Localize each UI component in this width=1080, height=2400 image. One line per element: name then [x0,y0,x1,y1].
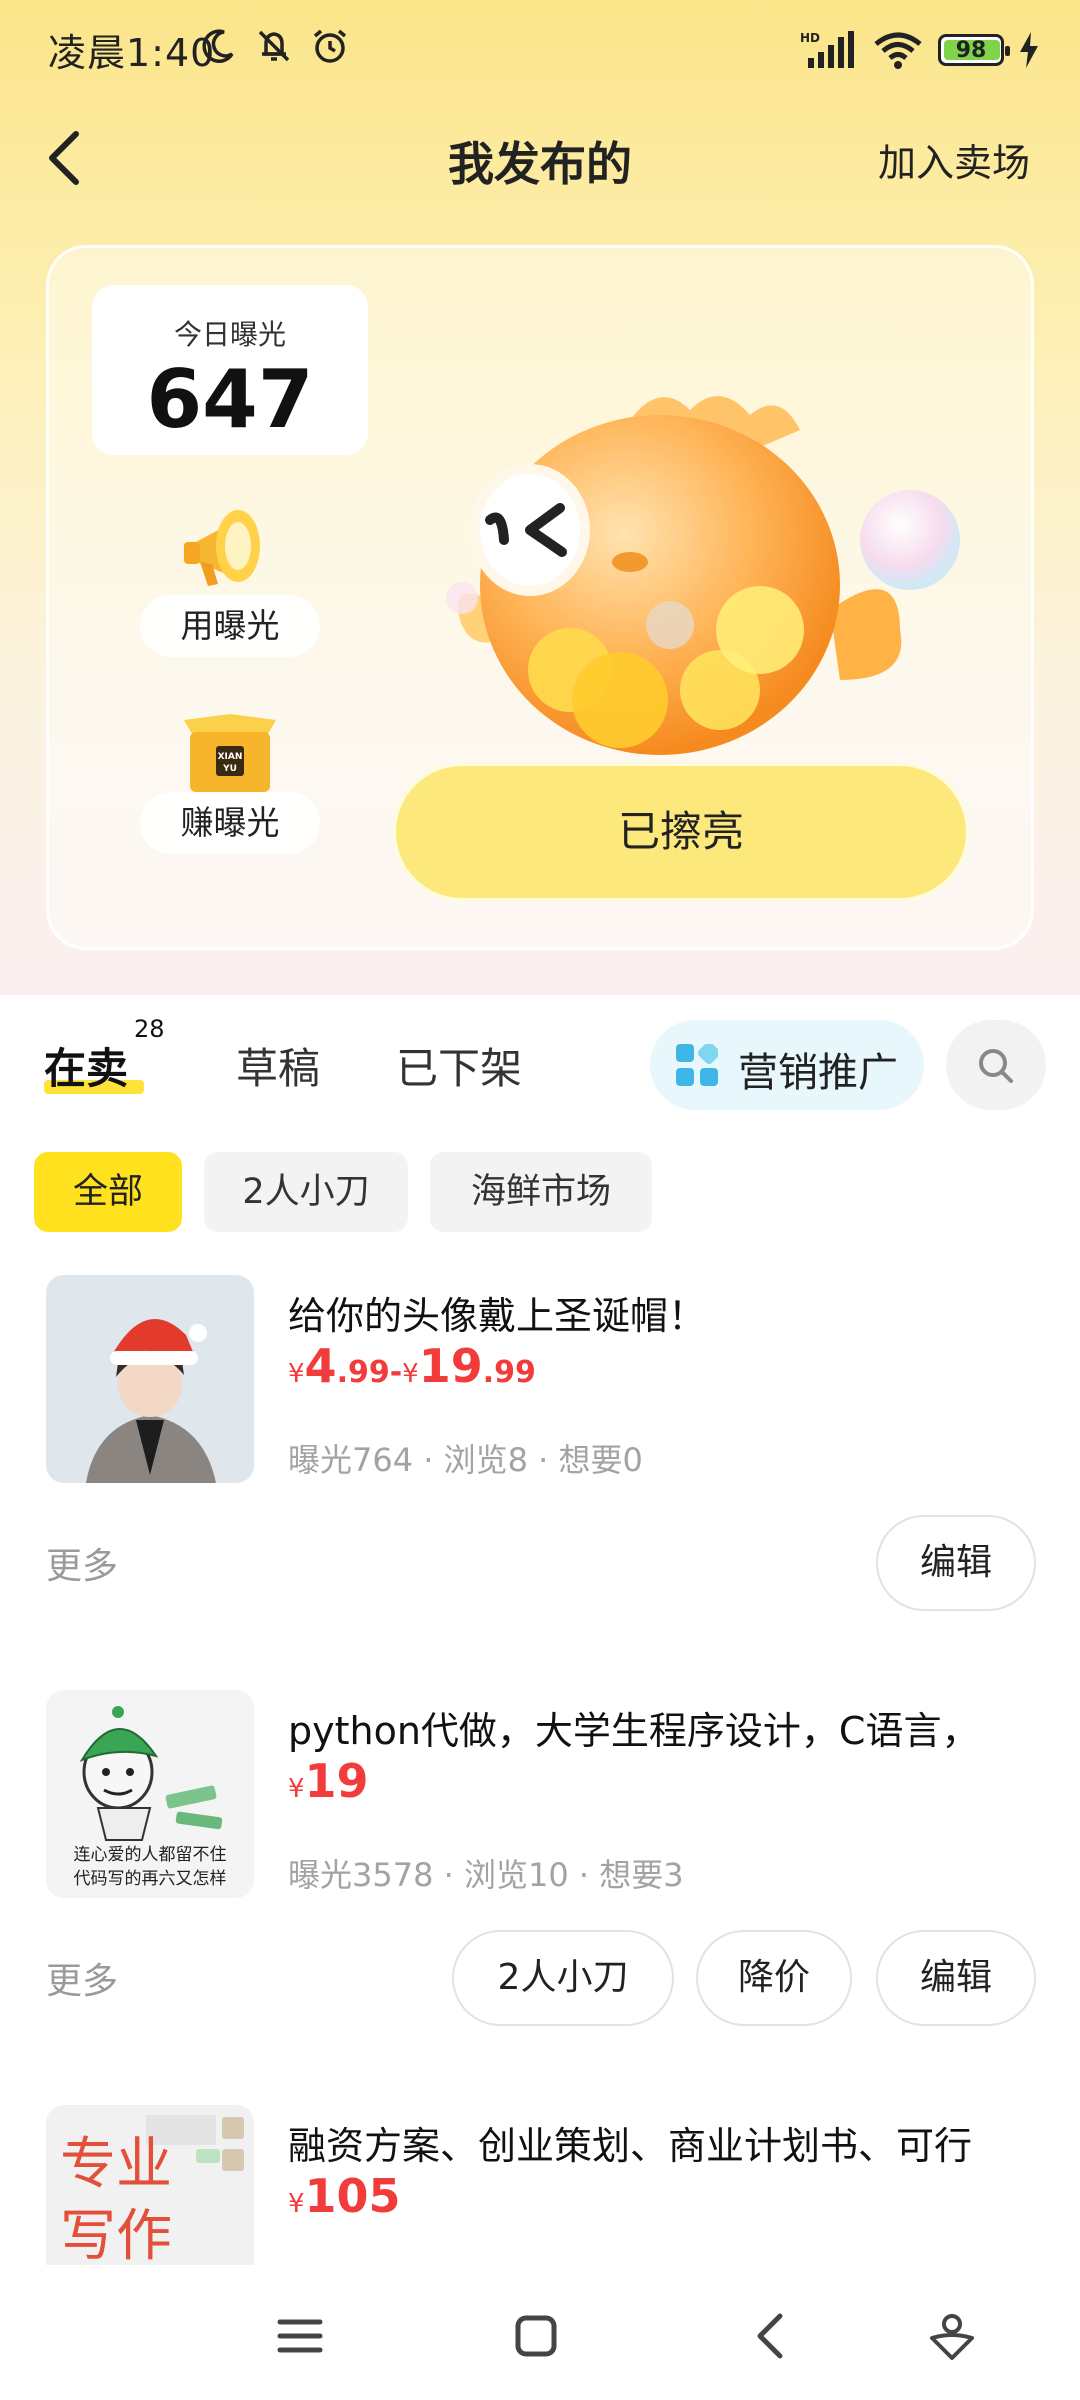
assistant-icon[interactable] [924,2308,980,2364]
alarm-icon [313,29,347,63]
tab-bar: 在卖 28 草稿 已下架 营销推广 [0,995,1080,1135]
item-thumbnail[interactable]: 专业 写作 [46,2105,254,2265]
grid-icon [676,1044,718,1086]
item-thumbnail[interactable] [46,1275,254,1483]
item-title[interactable]: 融资方案、创业策划、商业计划书、可行 [288,2115,1048,2170]
thumb-caption-2: 写作 [60,2204,172,2265]
item-thumbnail[interactable]: 连心爱的人都留不住 代码写的再六又怎样 [46,1690,254,1898]
item-title[interactable]: 给你的头像戴上圣诞帽！ [288,1285,1048,1340]
filter-bargain[interactable]: 2人小刀 [204,1152,408,1232]
home-icon[interactable] [508,2308,564,2364]
status-time: 凌晨1:40 [48,31,216,75]
today-exposure-label: 今日曝光 [173,318,286,351]
mute-icon [258,30,290,62]
search-icon [979,1049,1013,1083]
marketing-promo-label: 营销推广 [738,1050,898,1096]
wifi-icon [874,32,922,69]
charging-icon [1020,32,1038,68]
shine-button[interactable]: 已擦亮 [392,762,970,902]
fish-mascot-image [446,396,960,755]
thumb-caption-2: 代码写的再六又怎样 [74,1869,227,1889]
filter-chips: 全部 2人小刀 海鲜市场 [0,1152,1080,1236]
menu-icon[interactable] [272,2308,328,2364]
earn-exposure-label: 赚曝光 [140,792,320,854]
marketing-promo-button[interactable]: 营销推广 [650,1020,924,1110]
filter-fish-market[interactable]: 海鲜市场 [430,1152,652,1232]
item-more-button[interactable]: 更多 [46,1952,118,2004]
tab-on-sale[interactable]: 在卖 [44,1035,128,1096]
item-more-button[interactable]: 更多 [46,1537,118,1589]
use-exposure-label: 用曝光 [140,595,320,657]
reduce-price-button[interactable]: 降价 [696,1930,852,2026]
tab-drafts[interactable]: 草稿 [236,1035,320,1096]
network-type: HD [800,31,820,45]
status-bar: 凌晨1:40 HD 98 [0,0,1080,100]
box-icon: XIAN YU [184,714,276,792]
tab-removed[interactable]: 已下架 [396,1035,522,1096]
tab-on-sale-count: 28 [134,1015,165,1043]
svg-text:YU: YU [222,764,237,774]
moon-icon [202,29,234,63]
today-exposure-box: 今日曝光 647 [92,285,368,455]
battery-level: 98 [955,37,987,63]
item-stats: 曝光3578 · 浏览10 · 想要3 [288,1856,684,1894]
megaphone-icon [184,510,260,586]
thumb-caption-1: 连心爱的人都留不住 [74,1845,227,1865]
item-title[interactable]: python代做，大学生程序设计，C语言， [288,1700,1048,1755]
item-price: ¥19 [288,1754,369,1808]
filter-all[interactable]: 全部 [34,1152,182,1232]
system-nav-bar [0,2268,1080,2400]
join-market-link[interactable]: 加入卖场 [878,132,1030,187]
signal-icon: HD [800,31,854,68]
item-stats: 曝光764 · 浏览8 · 想要0 [288,1441,643,1479]
edit-button[interactable]: 编辑 [876,1515,1036,1611]
item-price: ¥105 [288,2169,401,2223]
back-icon[interactable] [744,2308,800,2364]
battery-icon: 98 [938,34,1010,66]
status-right: HD 98 [800,28,1040,72]
svg-text:XIAN: XIAN [218,752,243,762]
today-exposure-value: 647 [146,353,314,446]
edit-button[interactable]: 编辑 [876,1930,1036,2026]
thumb-caption-1: 专业 [60,2132,172,2197]
bargain-button[interactable]: 2人小刀 [452,1930,674,2026]
item-price: ¥4.99-¥19.99 [288,1339,536,1393]
search-button[interactable] [946,1020,1046,1110]
